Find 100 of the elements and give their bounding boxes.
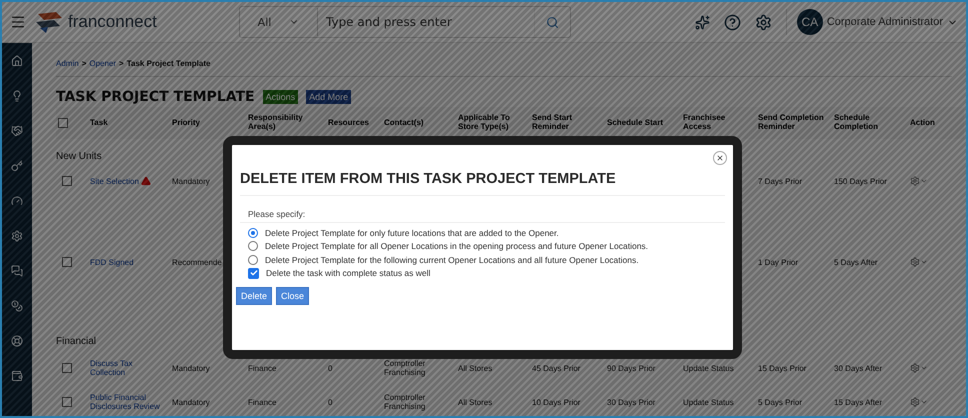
option-label: Delete Project Template for the following current Opener Locations and all future Opener Locations.: [265, 254, 639, 265]
help-icon[interactable]: [724, 14, 741, 30]
gear-menu-button[interactable]: [910, 257, 928, 267]
checkbox-label: Delete the task with complete status as well: [266, 268, 430, 278]
row-checkbox[interactable]: [62, 257, 72, 267]
breadcrumb-separator: >: [119, 59, 124, 68]
close-button[interactable]: [713, 151, 727, 165]
table-cell: Finance: [248, 398, 276, 406]
table-cell: Mandatory: [172, 176, 210, 186]
chat-icon[interactable]: [11, 265, 23, 277]
checkbox[interactable]: [248, 268, 259, 279]
row-checkbox[interactable]: [62, 397, 72, 407]
gear-menu-button[interactable]: [910, 176, 928, 186]
gear-icon[interactable]: [11, 230, 23, 242]
table-cell: 0: [328, 364, 332, 372]
radio-button[interactable]: [248, 228, 258, 238]
gear-icon: [910, 257, 920, 267]
column-header: Action: [908, 107, 964, 139]
logo-text: franconnect: [68, 12, 157, 32]
table-cell: All Stores: [458, 364, 492, 372]
gauge-icon[interactable]: [11, 195, 23, 207]
radio-button[interactable]: [248, 241, 258, 252]
table-cell: 15 Days Prior: [758, 364, 806, 372]
table-cell: Finance: [248, 364, 276, 372]
column-header: Franchisee Access: [681, 107, 756, 139]
table-cell: 45 Days Prior: [532, 364, 580, 372]
actions-button[interactable]: Actions: [262, 90, 298, 104]
column-header: Task: [88, 107, 170, 139]
gear-icon: [910, 363, 920, 373]
handshake-icon[interactable]: [11, 125, 23, 137]
table-cell: 30 Days After: [834, 364, 882, 372]
caret-icon: [920, 398, 928, 406]
caret-icon: [920, 364, 928, 372]
radio-button[interactable]: [248, 254, 258, 265]
coins-icon[interactable]: [11, 300, 23, 312]
delete-button[interactable]: Delete: [236, 287, 272, 305]
add-more-button[interactable]: Add More: [306, 90, 352, 104]
table-cell: 7 Days Prior: [758, 176, 802, 186]
table-cell: Update Status: [683, 364, 734, 372]
breadcrumb-link[interactable]: Opener: [89, 59, 116, 68]
user-menu[interactable]: CA Corporate Administrator: [786, 9, 958, 35]
sparkle-icon[interactable]: [694, 14, 710, 30]
task-link[interactable]: Discuss Tax Collection: [90, 359, 168, 377]
column-header: Schedule Start: [605, 107, 681, 139]
lifebuoy-icon[interactable]: [11, 335, 23, 347]
column-header: Priority: [170, 107, 246, 139]
logo-mark-icon: [34, 10, 64, 34]
table-cell: 150 Days Prior: [834, 176, 887, 186]
group-heading: Financial: [56, 336, 96, 347]
dialog-prompt: Please specify:: [240, 196, 725, 223]
lightbulb-icon[interactable]: [11, 90, 23, 102]
table-cell: Update Status: [683, 398, 734, 406]
row-checkbox[interactable]: [62, 363, 72, 373]
column-header: Applicable To Store Type(s): [456, 107, 530, 139]
task-link[interactable]: Site Selection: [90, 176, 151, 186]
breadcrumb-current: Task Project Template: [126, 59, 210, 68]
column-header: Responsibility Area(s): [246, 107, 326, 139]
table-cell: 1 Day Prior: [758, 258, 798, 266]
group-heading: New Units: [56, 151, 102, 162]
task-link[interactable]: Public Financial Disclosures Review: [90, 393, 168, 411]
scope-dropdown[interactable]: All: [240, 8, 318, 36]
caret-icon: [920, 258, 928, 266]
table-cell: 0: [328, 398, 332, 406]
key-icon[interactable]: [11, 160, 23, 172]
dialog-title: DELETE ITEM FROM THIS TASK PROJECT TEMPLATE: [240, 171, 725, 196]
search-field[interactable]: All Type and press enter: [239, 6, 571, 38]
column-header: Send Completion Reminder: [756, 107, 832, 139]
table-cell: 10 Days Prior: [532, 398, 580, 406]
table-cell: Mandatory: [172, 364, 210, 372]
user-avatar: CA: [796, 9, 823, 35]
gear-icon: [910, 176, 920, 186]
table-cell: All Stores: [458, 398, 492, 406]
table-cell-text: Comptroller Franchising: [384, 393, 426, 411]
close-icon: [716, 154, 724, 162]
search-icon: [546, 16, 559, 28]
home-icon[interactable]: [11, 55, 23, 67]
table-cell: Recommende: [172, 258, 222, 266]
column-header: Contact(s): [382, 107, 456, 139]
table-cell: 5 Days Prior: [758, 398, 802, 406]
breadcrumb-separator: >: [82, 59, 86, 68]
column-header: Resources: [326, 107, 382, 139]
table-cell-text: Comptroller Franchising: [384, 359, 426, 377]
column-header: Schedule Completion: [832, 107, 908, 139]
settings-icon[interactable]: [754, 14, 772, 30]
column-header: Send Start Reminder: [530, 107, 605, 139]
page-title: TASK PROJECT TEMPLATE: [56, 89, 255, 105]
row-checkbox[interactable]: [62, 176, 72, 186]
table-cell: 30 Days Prior: [607, 398, 656, 406]
select-all-checkbox[interactable]: [58, 118, 68, 128]
option-label: Delete Project Template for only future locations that are added to the Opener.: [265, 228, 559, 238]
table-cell: Mandatory: [172, 398, 210, 406]
table-cell: 15 Days After: [834, 398, 882, 406]
close-button[interactable]: Close: [276, 287, 310, 305]
breadcrumb-link[interactable]: Admin: [56, 59, 79, 68]
gear-menu-button[interactable]: [910, 397, 928, 407]
warning-icon: [140, 176, 151, 186]
task-link[interactable]: FDD Signed: [90, 258, 134, 266]
caret-icon: [920, 177, 928, 185]
gear-menu-button[interactable]: [910, 363, 928, 373]
gear-icon: [910, 397, 920, 407]
